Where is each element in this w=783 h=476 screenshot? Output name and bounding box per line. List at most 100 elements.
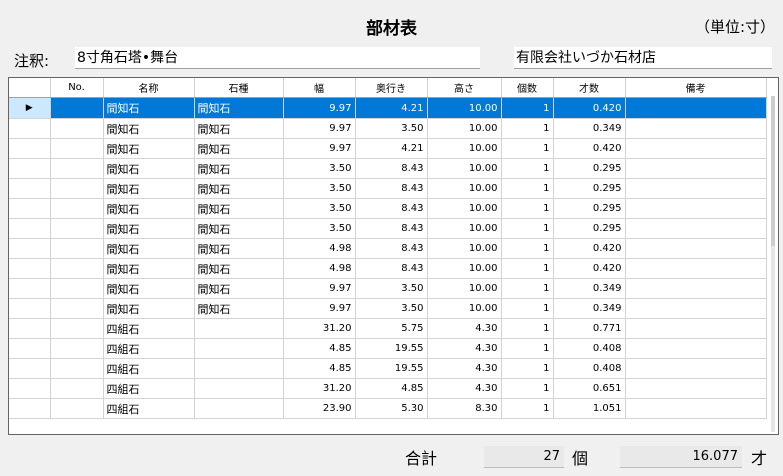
parts-grid[interactable]: No. 名称 石種幅奥行き 高さ 個数 才数 備考 ▶ 間知石 間知石 9.97 4.21 10.00… [8, 77, 779, 435]
table-row[interactable]: 四組石 31.20 5.75 4.30 1 0.771 [9, 318, 767, 339]
size-cell[interactable]: 0.420 [553, 97, 626, 119]
no-cell[interactable] [50, 118, 104, 139]
count-cell[interactable]: 1 [501, 378, 554, 399]
height-cell[interactable]: 4.30 [427, 318, 502, 339]
width-cell[interactable]: 4.85 [283, 358, 356, 379]
height-cell[interactable]: 10.00 [427, 278, 502, 299]
remarks-cell[interactable] [625, 338, 767, 359]
col-count-header[interactable]: 個数 [501, 78, 554, 98]
count-cell[interactable]: 1 [501, 318, 554, 339]
depth-cell[interactable]: 8.43 [355, 218, 428, 239]
height-cell[interactable]: 10.00 [427, 298, 502, 319]
size-cell[interactable]: 0.420 [553, 138, 626, 159]
name-cell[interactable]: 間知石 [103, 178, 195, 199]
row-header[interactable] [9, 158, 51, 179]
count-cell[interactable]: 1 [501, 258, 554, 279]
col-size-header[interactable]: 才数 [553, 78, 626, 98]
row-header[interactable] [9, 378, 51, 399]
size-cell[interactable]: 0.651 [553, 378, 626, 399]
row-header[interactable] [9, 178, 51, 199]
count-cell[interactable]: 1 [501, 398, 554, 419]
remarks-cell[interactable] [625, 218, 767, 239]
size-cell[interactable]: 0.349 [553, 118, 626, 139]
width-cell[interactable]: 4.98 [283, 258, 356, 279]
name-cell[interactable]: 間知石 [103, 258, 195, 279]
depth-cell[interactable]: 19.55 [355, 358, 428, 379]
depth-cell[interactable]: 8.43 [355, 198, 428, 219]
table-row[interactable]: 間知石 間知石 9.97 3.50 10.00 1 0.349 [9, 298, 767, 319]
row-header[interactable] [9, 238, 51, 259]
width-cell[interactable]: 3.50 [283, 178, 356, 199]
col-depth-header[interactable]: 奥行き [355, 78, 428, 98]
row-header[interactable] [9, 138, 51, 159]
width-cell[interactable]: 31.20 [283, 318, 356, 339]
stone-cell[interactable] [194, 378, 284, 399]
no-cell[interactable] [50, 358, 104, 379]
remarks-cell[interactable] [625, 138, 767, 159]
height-cell[interactable]: 10.00 [427, 97, 502, 119]
no-cell[interactable] [50, 278, 104, 299]
size-cell[interactable]: 0.349 [553, 278, 626, 299]
width-cell[interactable]: 9.97 [283, 97, 356, 119]
no-cell[interactable] [50, 258, 104, 279]
width-cell[interactable]: 9.97 [283, 138, 356, 159]
table-row[interactable]: 間知石 間知石 9.97 4.21 10.00 1 0.420 [9, 138, 767, 159]
no-cell[interactable] [50, 178, 104, 199]
depth-cell[interactable]: 8.43 [355, 178, 428, 199]
stone-cell[interactable] [194, 398, 284, 419]
depth-cell[interactable]: 4.85 [355, 378, 428, 399]
stone-cell[interactable]: 間知石 [194, 138, 284, 159]
table-row[interactable]: 間知石 間知石 3.50 8.43 10.00 1 0.295 [9, 158, 767, 179]
name-cell[interactable]: 間知石 [103, 218, 195, 239]
size-cell[interactable]: 0.408 [553, 338, 626, 359]
size-cell[interactable]: 0.295 [553, 198, 626, 219]
remarks-cell[interactable] [625, 118, 767, 139]
no-cell[interactable] [50, 338, 104, 359]
table-row[interactable]: 間知石 間知石 4.98 8.43 10.00 1 0.420 [9, 258, 767, 279]
name-cell[interactable]: 間知石 [103, 278, 195, 299]
depth-cell[interactable]: 8.43 [355, 238, 428, 259]
name-cell[interactable]: 間知石 [103, 198, 195, 219]
count-cell[interactable]: 1 [501, 178, 554, 199]
depth-cell[interactable]: 5.30 [355, 398, 428, 419]
count-cell[interactable]: 1 [501, 338, 554, 359]
remarks-cell[interactable] [625, 358, 767, 379]
height-cell[interactable]: 10.00 [427, 198, 502, 219]
count-cell[interactable]: 1 [501, 198, 554, 219]
col-stone-header[interactable]: 石種 [194, 78, 284, 98]
name-cell[interactable]: 間知石 [103, 238, 195, 259]
height-cell[interactable]: 4.30 [427, 338, 502, 359]
row-header[interactable] [9, 298, 51, 319]
name-cell[interactable]: 間知石 [103, 118, 195, 139]
height-cell[interactable]: 8.30 [427, 398, 502, 419]
row-header[interactable] [9, 338, 51, 359]
no-cell[interactable] [50, 138, 104, 159]
col-height-header[interactable]: 高さ [427, 78, 502, 98]
no-cell[interactable] [50, 158, 104, 179]
no-cell[interactable] [50, 97, 104, 119]
row-header[interactable] [9, 218, 51, 239]
name-cell[interactable]: 四組石 [103, 378, 195, 399]
stone-cell[interactable] [194, 358, 284, 379]
table-row[interactable]: 間知石 間知石 3.50 8.43 10.00 1 0.295 [9, 198, 767, 219]
company-field[interactable]: 有限会社いづか石材店 [514, 47, 772, 69]
col-remarks-header[interactable]: 備考 [625, 78, 767, 98]
count-cell[interactable]: 1 [501, 158, 554, 179]
table-row[interactable]: 間知石 間知石 9.97 3.50 10.00 1 0.349 [9, 118, 767, 139]
width-cell[interactable]: 23.90 [283, 398, 356, 419]
row-header[interactable] [9, 398, 51, 419]
height-cell[interactable]: 10.00 [427, 238, 502, 259]
height-cell[interactable]: 4.30 [427, 378, 502, 399]
no-cell[interactable] [50, 218, 104, 239]
remarks-cell[interactable] [625, 278, 767, 299]
remarks-cell[interactable] [625, 398, 767, 419]
depth-cell[interactable]: 4.21 [355, 97, 428, 119]
stone-cell[interactable]: 間知石 [194, 178, 284, 199]
name-cell[interactable]: 四組石 [103, 358, 195, 379]
scrollbar-thumb[interactable] [771, 96, 775, 246]
table-row[interactable]: 間知石 間知石 3.50 8.43 10.00 1 0.295 [9, 218, 767, 239]
depth-cell[interactable]: 4.21 [355, 138, 428, 159]
width-cell[interactable]: 9.97 [283, 298, 356, 319]
depth-cell[interactable]: 8.43 [355, 158, 428, 179]
stone-cell[interactable]: 間知石 [194, 198, 284, 219]
